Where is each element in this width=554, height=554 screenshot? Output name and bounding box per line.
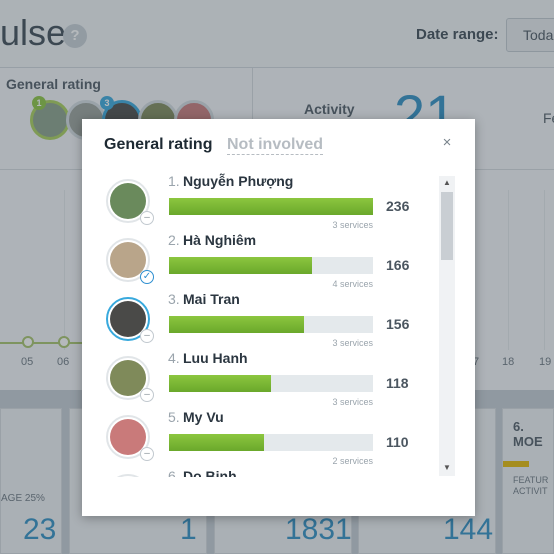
score-value: 166 (386, 257, 410, 273)
rating-list: – 1. Nguyễn Phượng 236 3 services ✓ 2. H… (82, 171, 442, 477)
rank-number: 2. (168, 232, 180, 248)
tab-general-rating[interactable]: General rating (104, 136, 212, 154)
rank-number: 5. (168, 409, 180, 425)
scroll-up-icon[interactable]: ▲ (443, 178, 451, 187)
rank-number: 6. (168, 468, 180, 477)
score-bar-fill (169, 257, 313, 274)
services-count: 2 services (332, 456, 373, 466)
services-count: 3 services (332, 220, 373, 230)
user-name[interactable]: Hà Nghiêm (183, 232, 256, 248)
score-bar-fill (169, 198, 373, 215)
list-item[interactable]: 6. Do Binh (82, 466, 442, 477)
user-name[interactable]: Mai Tran (183, 291, 240, 307)
user-name[interactable]: Luu Hanh (183, 350, 248, 366)
user-name[interactable]: Do Binh (183, 468, 237, 477)
status-icon: – (140, 329, 154, 343)
status-icon: – (140, 211, 154, 225)
score-value: 236 (386, 198, 410, 214)
check-icon: ✓ (140, 270, 154, 284)
list-item[interactable]: ✓ 2. Hà Nghiêm 166 4 services (82, 230, 442, 289)
rank-number: 4. (168, 350, 180, 366)
list-item[interactable]: – 4. Luu Hanh 118 3 services (82, 348, 442, 407)
score-bar (169, 257, 373, 274)
score-bar (169, 434, 373, 451)
score-bar-fill (169, 434, 265, 451)
scroll-thumb[interactable] (441, 192, 453, 260)
score-bar (169, 375, 373, 392)
status-icon: – (140, 447, 154, 461)
rank-number: 1. (168, 173, 180, 189)
list-item[interactable]: – 1. Nguyễn Phượng 236 3 services (82, 171, 442, 230)
status-icon: – (140, 388, 154, 402)
services-count: 3 services (332, 338, 373, 348)
list-item[interactable]: – 3. Mai Tran 156 3 services (82, 289, 442, 348)
user-name[interactable]: My Vu (183, 409, 224, 425)
score-value: 118 (386, 375, 409, 391)
rating-modal: General rating Not involved × – 1. Nguyễ… (82, 119, 475, 516)
scroll-down-icon[interactable]: ▼ (443, 463, 451, 472)
avatar (106, 474, 150, 477)
score-value: 110 (386, 434, 409, 450)
score-bar-fill (169, 316, 304, 333)
list-item[interactable]: – 5. My Vu 110 2 services (82, 407, 442, 466)
score-bar (169, 198, 373, 215)
list-scrollbar[interactable]: ▲ ▼ (439, 176, 455, 476)
services-count: 4 services (332, 279, 373, 289)
rank-number: 3. (168, 291, 180, 307)
score-value: 156 (386, 316, 410, 332)
score-bar (169, 316, 373, 333)
score-bar-fill (169, 375, 271, 392)
tab-not-involved[interactable]: Not involved (227, 136, 324, 155)
services-count: 3 services (332, 397, 373, 407)
close-icon[interactable]: × (440, 134, 454, 151)
user-name[interactable]: Nguyễn Phượng (183, 173, 293, 189)
